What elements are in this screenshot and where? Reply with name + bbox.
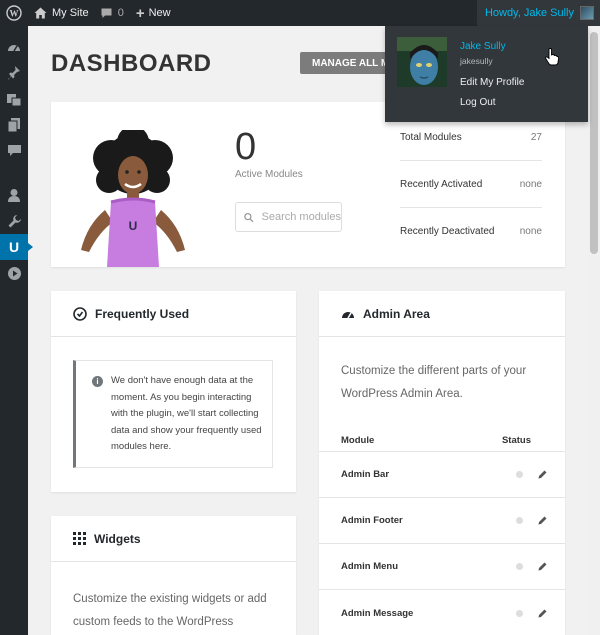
stat-label: Recently Activated (400, 178, 483, 190)
table-row: Admin Footer (319, 498, 565, 544)
module-stats: Total Modules 27 Recently Activated none… (400, 114, 542, 255)
status-indicator[interactable] (516, 609, 523, 617)
stat-value: none (519, 226, 542, 237)
page-scrollbar[interactable] (588, 26, 600, 635)
user-account-dropdown: Jake Sully jakesully Edit My Profile Log… (385, 26, 588, 122)
svg-text:W: W (10, 9, 19, 19)
card-title: Admin Area (363, 306, 430, 321)
media-icon[interactable] (0, 86, 28, 112)
scrollbar-thumb[interactable] (590, 32, 598, 254)
stat-value: 27 (530, 131, 542, 143)
table-row: Admin Message (319, 590, 565, 635)
howdy-text: Howdy, Jake Sully (484, 7, 574, 19)
comment-bubble-icon (101, 8, 112, 18)
status-indicator[interactable] (516, 517, 523, 524)
new-content-link[interactable]: + New (130, 0, 177, 26)
info-notice: i We don't have enough data at the momen… (73, 360, 273, 468)
widgets-description: Customize the existing widgets or add cu… (73, 593, 267, 628)
svg-text:U: U (129, 219, 138, 233)
pages-icon[interactable] (0, 112, 28, 138)
active-modules-count: 0 (235, 126, 257, 168)
admin-sidebar: U (0, 26, 33, 635)
clock-check-icon (73, 306, 87, 321)
stat-label: Total Modules (400, 131, 462, 143)
pencil-edit-icon[interactable] (538, 470, 547, 479)
edit-profile-link[interactable]: Edit My Profile (460, 77, 524, 88)
site-name-link[interactable]: My Site (28, 0, 95, 26)
modules-table-header: Module Status (319, 430, 565, 452)
module-name: Admin Footer (341, 515, 403, 526)
grid-icon (73, 532, 86, 545)
module-name: Admin Bar (341, 469, 390, 480)
tools-wrench-icon[interactable] (0, 208, 28, 234)
pencil-edit-icon[interactable] (538, 562, 547, 571)
modules-overview-card: U 0 Active Modules Search modules Total … (51, 102, 565, 267)
column-status: Status (501, 435, 531, 446)
dashboard-gauge-icon (342, 311, 354, 318)
card-header: Admin Area (319, 291, 565, 337)
logout-link[interactable]: Log Out (460, 97, 496, 108)
pencil-edit-icon[interactable] (538, 516, 547, 525)
module-name: Admin Menu (341, 561, 398, 572)
admin-area-card: Admin Area Customize the different parts… (319, 291, 565, 635)
stat-recently-deactivated: Recently Deactivated none (400, 208, 542, 255)
widgets-card: Widgets Customize the existing widgets o… (51, 516, 296, 635)
play-circle-icon[interactable] (0, 260, 28, 286)
card-title: Widgets (94, 531, 141, 546)
ultimate-dashboard-u-icon[interactable]: U (0, 234, 33, 260)
admin-area-description: Customize the different parts of your Wo… (341, 365, 527, 400)
pencil-edit-icon[interactable] (538, 609, 547, 618)
page-title: DASHBOARD (51, 50, 212, 77)
wordpress-logo-icon[interactable]: W (0, 0, 28, 26)
user-display-name[interactable]: Jake Sully (460, 41, 506, 52)
stat-recently-activated: Recently Activated none (400, 161, 542, 208)
status-indicator[interactable] (516, 471, 523, 478)
avatar (580, 6, 594, 20)
info-icon: i (92, 376, 103, 387)
card-title: Frequently Used (95, 306, 190, 321)
my-account-menu[interactable]: Howdy, Jake Sully (476, 0, 600, 26)
active-modules-label: Active Modules (235, 169, 303, 180)
pin-icon[interactable] (0, 60, 28, 86)
status-indicator[interactable] (516, 563, 523, 570)
card-header: Frequently Used (51, 291, 296, 337)
column-module: Module (341, 435, 375, 446)
users-icon[interactable] (0, 182, 28, 208)
appearance-icon[interactable] (0, 164, 28, 182)
user-login: jakesully (460, 56, 493, 66)
stat-label: Recently Deactivated (400, 226, 495, 237)
site-name: My Site (52, 7, 89, 19)
notice-text: We don't have enough data at the moment.… (111, 375, 262, 452)
frequently-used-card: Frequently Used i We don't have enough d… (51, 291, 296, 492)
search-icon (244, 212, 254, 222)
new-label: New (148, 7, 171, 19)
dashboard-gauge-icon[interactable] (0, 34, 28, 60)
comments-count: 0 (117, 7, 124, 19)
home-icon (34, 7, 47, 19)
card-header: Widgets (51, 516, 296, 562)
hand-pointer-cursor-icon (545, 48, 559, 66)
plus-icon: + (135, 4, 145, 22)
avatar-illustration: U (81, 130, 185, 267)
comments-link[interactable]: 0 (95, 0, 130, 26)
table-row: Admin Menu (319, 544, 565, 590)
module-name: Admin Message (341, 607, 414, 619)
admin-bar: W My Site 0 + New Howdy, Jake Sully (0, 0, 600, 26)
search-modules-input[interactable]: Search modules (235, 202, 342, 232)
search-placeholder: Search modules (261, 211, 342, 223)
stat-value: none (519, 178, 542, 190)
user-avatar[interactable] (397, 37, 447, 87)
comments-icon[interactable] (0, 138, 28, 164)
table-row: Admin Bar (319, 452, 565, 498)
